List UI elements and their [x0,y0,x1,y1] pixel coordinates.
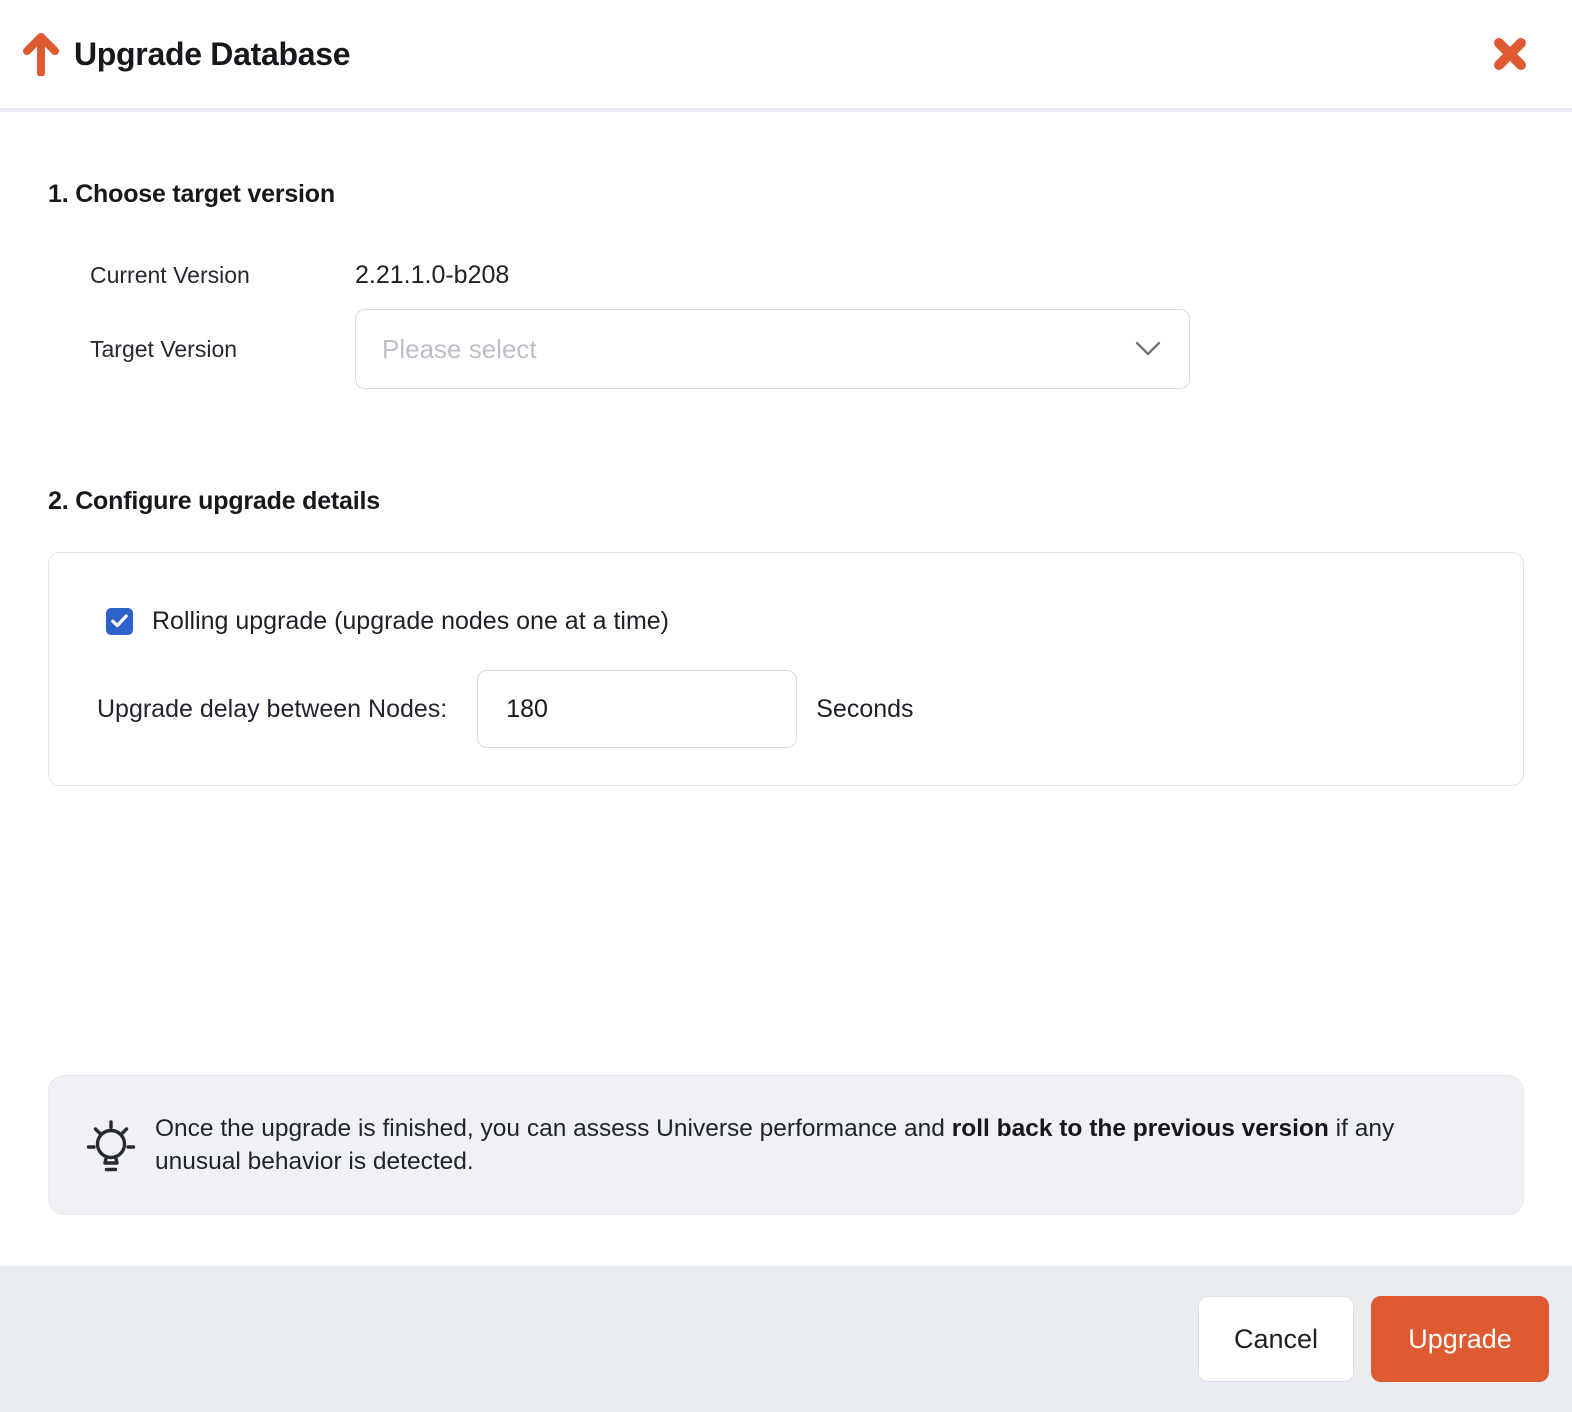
tip-banner: Once the upgrade is finished, you can as… [48,1075,1524,1215]
page-title: Upgrade Database [74,36,350,73]
rolling-upgrade-label[interactable]: Rolling upgrade (upgrade nodes one at a … [152,607,669,636]
upgrade-delay-unit: Seconds [816,695,913,724]
upgrade-button[interactable]: Upgrade [1371,1296,1549,1382]
upgrade-delay-row: Upgrade delay between Nodes: Seconds [97,670,1523,748]
upgrade-config-panel: Rolling upgrade (upgrade nodes one at a … [48,552,1524,786]
chevron-down-icon [1133,339,1163,359]
target-version-select[interactable]: Please select [355,309,1190,389]
modal-footer: Cancel Upgrade [0,1266,1572,1412]
current-version-value: 2.21.1.0-b208 [355,261,509,290]
section-heading-choose-version: 1. Choose target version [48,179,1524,209]
modal-body: 1. Choose target version Current Version… [0,179,1572,1215]
tip-text-before: Once the upgrade is finished, you can as… [155,1115,952,1142]
current-version-label: Current Version [90,262,355,289]
checkmark-icon [111,614,128,628]
modal-header: Upgrade Database [0,0,1572,112]
tip-text-bold: roll back to the previous version [952,1115,1329,1142]
cancel-button[interactable]: Cancel [1198,1296,1354,1382]
lightbulb-icon [75,1107,147,1183]
upgrade-delay-label: Upgrade delay between Nodes: [97,695,447,724]
close-icon [1493,37,1527,71]
section-heading-configure: 2. Configure upgrade details [48,486,1524,516]
rolling-upgrade-checkbox[interactable] [106,608,133,635]
target-version-label: Target Version [90,336,355,363]
upgrade-arrow-icon [22,32,60,76]
upgrade-delay-input[interactable] [477,670,797,748]
target-version-row: Target Version Please select [90,309,1524,389]
target-version-placeholder: Please select [382,334,1133,365]
tip-text: Once the upgrade is finished, you can as… [155,1112,1485,1178]
close-button[interactable] [1488,32,1532,76]
rolling-upgrade-row: Rolling upgrade (upgrade nodes one at a … [106,604,1523,638]
current-version-row: Current Version 2.21.1.0-b208 [90,258,1524,292]
